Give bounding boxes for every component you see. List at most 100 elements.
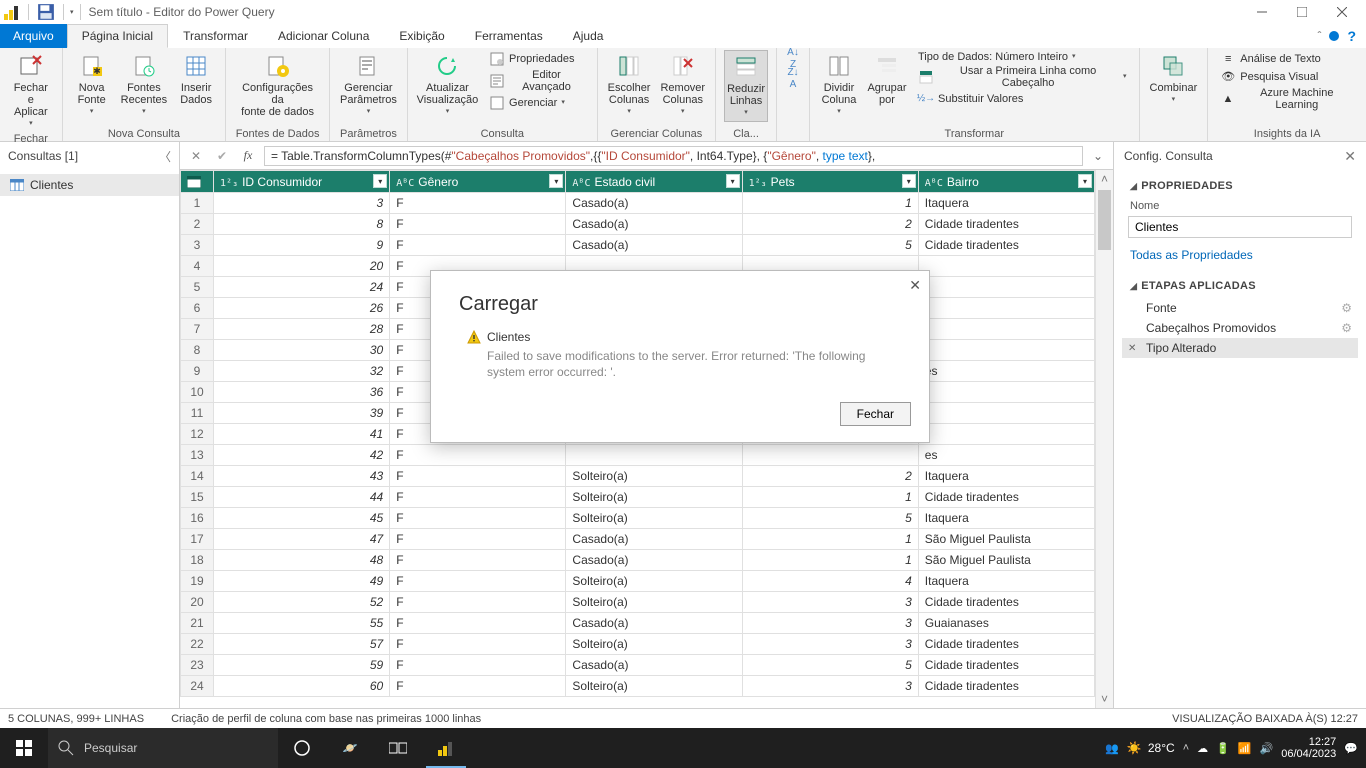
gear-icon[interactable]: ⚙ xyxy=(1341,321,1352,335)
scrollbar-thumb[interactable] xyxy=(1098,190,1111,250)
dialog-close-button[interactable]: Fechar xyxy=(840,402,911,426)
queries-header[interactable]: Consultas [1] 〈 xyxy=(0,142,179,170)
close-settings-icon[interactable]: ✕ xyxy=(1344,148,1356,165)
cell[interactable]: 43 xyxy=(214,466,390,487)
cell[interactable]: 41 xyxy=(214,424,390,445)
cell[interactable] xyxy=(918,382,1094,403)
azure-ml-button[interactable]: ▲Azure Machine Learning xyxy=(1216,86,1358,112)
tab-add-column[interactable]: Adicionar Coluna xyxy=(263,24,384,48)
column-header[interactable]: 1²₃ID Consumidor xyxy=(214,171,390,193)
cell[interactable]: 20 xyxy=(214,256,390,277)
notifications-icon[interactable]: 💬 xyxy=(1344,742,1358,755)
collapse-ribbon-icon[interactable]: ˆ xyxy=(1317,29,1321,43)
cancel-formula-icon[interactable]: ✕ xyxy=(186,146,206,166)
cell[interactable]: 5 xyxy=(742,655,918,676)
cell[interactable] xyxy=(918,340,1094,361)
split-column-button[interactable]: Dividir Coluna▾ xyxy=(818,50,860,120)
cell[interactable]: Solteiro(a) xyxy=(566,676,742,697)
taskbar-cortana[interactable] xyxy=(278,728,326,768)
taskbar-meet[interactable]: 👥 xyxy=(1105,742,1119,755)
cell[interactable]: 1 xyxy=(742,193,918,214)
taskbar-taskview[interactable] xyxy=(374,728,422,768)
cell[interactable]: F xyxy=(390,508,566,529)
cell[interactable]: 8 xyxy=(214,214,390,235)
table-row[interactable]: 21 55 F Casado(a) 3 Guaianases xyxy=(181,613,1095,634)
cell[interactable]: F xyxy=(390,592,566,613)
cell[interactable]: 3 xyxy=(742,676,918,697)
cell[interactable]: 55 xyxy=(214,613,390,634)
query-name-input[interactable] xyxy=(1128,216,1352,238)
cell[interactable]: 3 xyxy=(214,193,390,214)
cell[interactable]: F xyxy=(390,634,566,655)
cell[interactable]: 45 xyxy=(214,508,390,529)
enter-data-button[interactable]: Inserir Dados xyxy=(175,50,217,108)
cell[interactable]: Cidade tiradentes xyxy=(918,214,1094,235)
tab-file[interactable]: Arquivo xyxy=(0,24,67,48)
tab-tools[interactable]: Ferramentas xyxy=(460,24,558,48)
cell[interactable]: 2 xyxy=(742,214,918,235)
cell[interactable]: Casado(a) xyxy=(566,613,742,634)
table-row[interactable]: 3 9 F Casado(a) 5 Cidade tiradentes xyxy=(181,235,1095,256)
table-row[interactable]: 1 3 F Casado(a) 1 Itaquera xyxy=(181,193,1095,214)
replace-values-button[interactable]: ½→Substituir Valores xyxy=(914,90,1131,108)
recent-sources-button[interactable]: Fontes Recentes▾ xyxy=(119,50,169,120)
choose-columns-button[interactable]: Escolher Colunas▾ xyxy=(606,50,653,120)
cell[interactable] xyxy=(918,403,1094,424)
tab-help[interactable]: Ajuda xyxy=(558,24,619,48)
cell[interactable]: F xyxy=(390,571,566,592)
applied-step[interactable]: Tipo Alterado xyxy=(1122,338,1358,358)
reduce-rows-button[interactable]: Reduzir Linhas▾ xyxy=(724,50,768,122)
taskbar-weather[interactable]: ☀️28°C xyxy=(1127,741,1175,755)
collapse-icon[interactable]: 〈 xyxy=(159,148,171,165)
cell[interactable]: 59 xyxy=(214,655,390,676)
fx-icon[interactable]: fx xyxy=(238,146,258,166)
cell[interactable] xyxy=(566,445,742,466)
text-analytics-button[interactable]: ≡Análise de Texto xyxy=(1216,50,1358,68)
cell[interactable]: Itaquera xyxy=(918,193,1094,214)
cell[interactable]: 24 xyxy=(214,277,390,298)
table-row[interactable]: 20 52 F Solteiro(a) 3 Cidade tiradentes xyxy=(181,592,1095,613)
vision-button[interactable]: 👁Pesquisa Visual xyxy=(1216,68,1358,86)
cell[interactable]: 42 xyxy=(214,445,390,466)
table-row[interactable]: 23 59 F Casado(a) 5 Cidade tiradentes xyxy=(181,655,1095,676)
tray-wifi-icon[interactable]: 📶 xyxy=(1238,742,1252,755)
table-row[interactable]: 13 42 F es xyxy=(181,445,1095,466)
cell[interactable]: 3 xyxy=(742,634,918,655)
first-row-header-button[interactable]: Usar a Primeira Linha como Cabeçalho▾ xyxy=(914,64,1131,90)
cell[interactable]: São Miguel Paulista xyxy=(918,550,1094,571)
tab-home[interactable]: Página Inicial xyxy=(67,24,168,48)
cell[interactable]: F xyxy=(390,445,566,466)
cell[interactable]: 9 xyxy=(214,235,390,256)
tab-view[interactable]: Exibição xyxy=(384,24,459,48)
cell[interactable]: Cidade tiradentes xyxy=(918,592,1094,613)
sort-desc-button[interactable]: Z↓A xyxy=(781,70,805,88)
dialog-close-icon[interactable]: ✕ xyxy=(909,277,921,294)
column-header[interactable]: AᴮCEstado civil xyxy=(566,171,742,193)
cell[interactable]: Cidade tiradentes xyxy=(918,634,1094,655)
cell[interactable] xyxy=(918,298,1094,319)
applied-steps-section[interactable]: ◢ETAPAS APLICADAS xyxy=(1114,270,1366,296)
cell[interactable]: 32 xyxy=(214,361,390,382)
qat-dropdown[interactable]: ▾ xyxy=(70,8,74,16)
cell[interactable]: Solteiro(a) xyxy=(566,508,742,529)
close-and-apply-button[interactable]: Fechar e Aplicar▾ xyxy=(8,50,54,132)
table-row[interactable]: 22 57 F Solteiro(a) 3 Cidade tiradentes xyxy=(181,634,1095,655)
cell[interactable]: Solteiro(a) xyxy=(566,592,742,613)
cell[interactable]: Cidade tiradentes xyxy=(918,655,1094,676)
gear-icon[interactable]: ⚙ xyxy=(1341,301,1352,315)
cell[interactable]: F xyxy=(390,235,566,256)
minimize-button[interactable] xyxy=(1242,0,1282,24)
cell[interactable]: 52 xyxy=(214,592,390,613)
cell[interactable]: 3 xyxy=(742,613,918,634)
cell[interactable]: Guaianases xyxy=(918,613,1094,634)
properties-section[interactable]: ◢PROPRIEDADES xyxy=(1114,170,1366,196)
manage-parameters-button[interactable]: Gerenciar Parâmetros▾ xyxy=(338,50,399,120)
help-icon[interactable]: ? xyxy=(1347,28,1356,44)
manage-button[interactable]: Gerenciar▾ xyxy=(485,94,589,112)
cell[interactable]: 57 xyxy=(214,634,390,655)
sort-asc-button[interactable]: A↓Z xyxy=(781,50,805,68)
cell[interactable]: 26 xyxy=(214,298,390,319)
cell[interactable]: F xyxy=(390,550,566,571)
taskbar-widgets[interactable]: 🪐 xyxy=(326,728,374,768)
cell[interactable]: Solteiro(a) xyxy=(566,634,742,655)
